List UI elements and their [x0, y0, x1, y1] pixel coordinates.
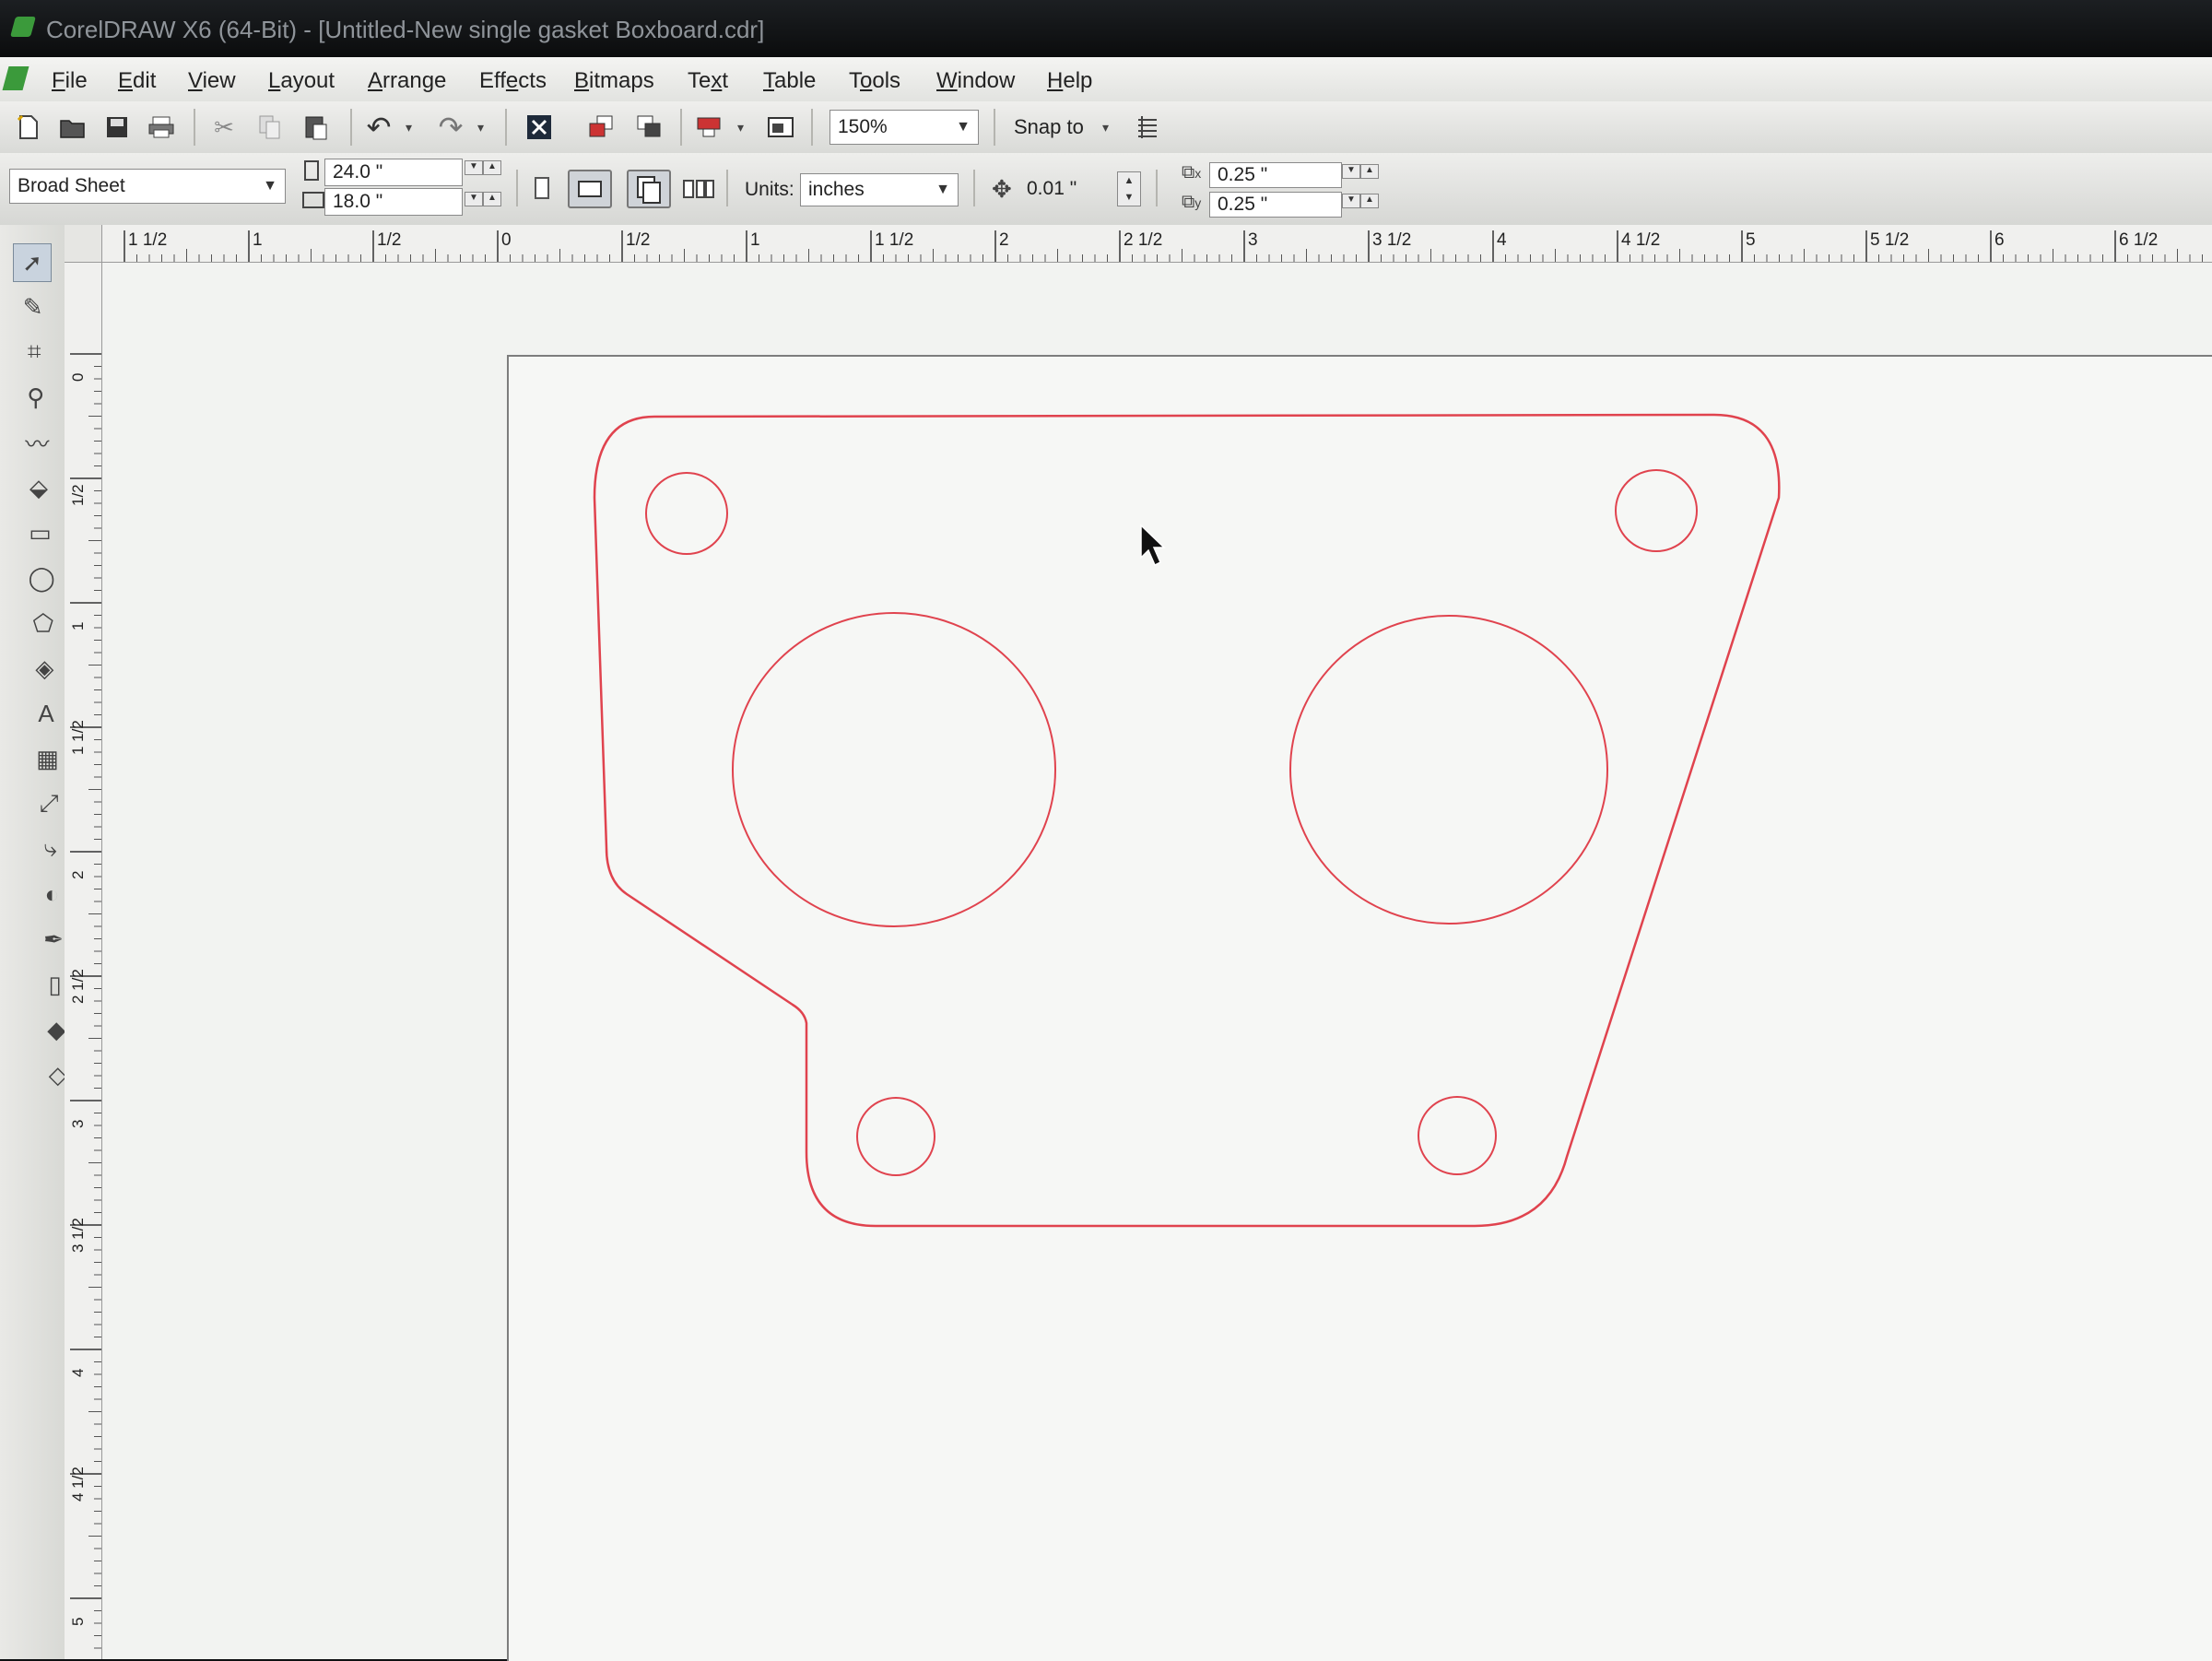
mounting-hole-bottom-right[interactable] [1418, 1096, 1497, 1175]
drawing-layer [593, 413, 1781, 1228]
mounting-hole-top-right[interactable] [1615, 469, 1698, 552]
mounting-hole-bottom-left[interactable] [856, 1097, 935, 1176]
gasket-outline[interactable] [593, 413, 1781, 1228]
port-left[interactable] [732, 612, 1056, 927]
port-right[interactable] [1289, 615, 1608, 925]
mounting-hole-top-left[interactable] [645, 472, 728, 555]
ruler-origin[interactable] [65, 225, 102, 263]
mouse-cursor-icon [1140, 524, 1166, 567]
